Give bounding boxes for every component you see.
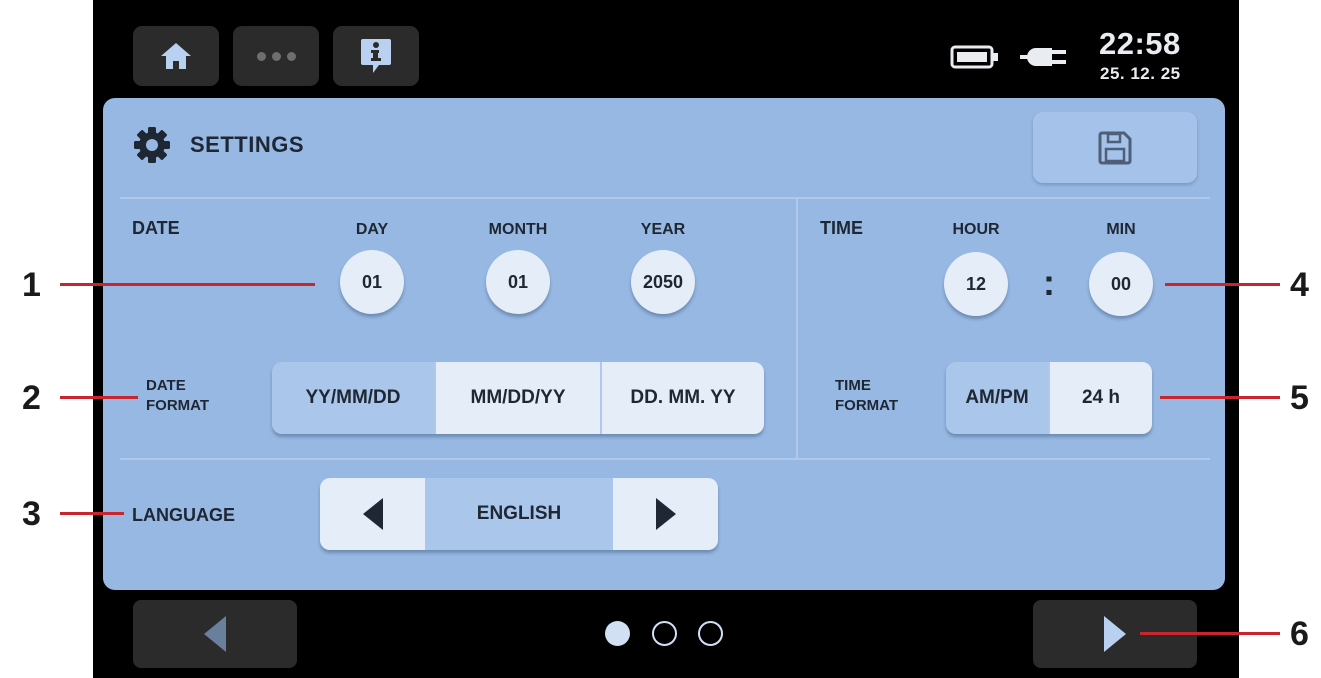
- year-label: YEAR: [640, 221, 686, 238]
- day-picker[interactable]: 01: [340, 250, 404, 314]
- previous-page-button[interactable]: [133, 600, 297, 668]
- power-plug-icon: [1020, 48, 1066, 66]
- time-format-option-ampm[interactable]: AM/PM: [946, 362, 1048, 434]
- day-label: DAY: [355, 221, 389, 238]
- language-selector: ENGLISH: [320, 478, 718, 550]
- hour-label: HOUR: [952, 221, 1000, 238]
- more-icon: [256, 51, 296, 61]
- date-format-selector: YY/MM/DD MM/DD/YY DD. MM. YY: [272, 362, 764, 434]
- more-button[interactable]: [233, 26, 319, 86]
- divider: [796, 199, 798, 459]
- save-button[interactable]: [1033, 112, 1197, 183]
- clock-date: 25. 12. 25: [1100, 64, 1181, 83]
- triangle-left-icon: [362, 498, 383, 530]
- info-icon: [361, 39, 391, 73]
- month-picker[interactable]: 01: [486, 250, 550, 314]
- callout-line: [60, 396, 138, 399]
- page-indicator-dot-active: [605, 621, 630, 646]
- clock-time: 22:58: [1099, 26, 1181, 61]
- callout-line: [60, 283, 315, 286]
- triangle-right-icon: [1104, 616, 1126, 652]
- page-title: SETTINGS: [190, 132, 305, 157]
- language-label: LANGUAGE: [132, 505, 235, 525]
- time-format-option-24h[interactable]: 24 h: [1048, 362, 1152, 434]
- callout-number: 4: [1290, 266, 1309, 304]
- minute-picker[interactable]: 00: [1089, 252, 1153, 316]
- divider: [120, 197, 1210, 199]
- language-next-button[interactable]: [613, 478, 718, 550]
- home-button[interactable]: [133, 26, 219, 86]
- date-format-option-mmddyy[interactable]: MM/DD/YY: [434, 362, 600, 434]
- callout-line: [1140, 632, 1280, 635]
- floppy-disk-icon: [1098, 131, 1132, 164]
- callout-number: 6: [1290, 615, 1309, 653]
- month-label: MONTH: [488, 221, 548, 238]
- page-indicator-dot: [698, 621, 723, 646]
- language-value: ENGLISH: [425, 478, 613, 550]
- info-button[interactable]: [333, 26, 419, 86]
- callout-line: [60, 512, 124, 515]
- time-format-selector: AM/PM 24 h: [946, 362, 1152, 434]
- hour-picker[interactable]: 12: [944, 252, 1008, 316]
- callout-line: [1160, 396, 1280, 399]
- callout-number: 5: [1290, 379, 1309, 417]
- year-picker[interactable]: 2050: [631, 250, 695, 314]
- battery-icon: [950, 45, 998, 69]
- date-format-label: DATE FORMAT: [146, 377, 210, 414]
- home-icon: [161, 43, 191, 69]
- time-format-label: TIME FORMAT: [835, 377, 899, 414]
- callout-number: 2: [22, 379, 41, 417]
- divider: [120, 458, 1210, 460]
- triangle-right-icon: [655, 498, 676, 530]
- date-label: DATE: [132, 218, 180, 238]
- date-format-option-yymmdd[interactable]: YY/MM/DD: [272, 362, 434, 434]
- time-label: TIME: [820, 218, 863, 238]
- language-prev-button[interactable]: [320, 478, 425, 550]
- triangle-left-icon: [204, 616, 226, 652]
- callout-number: 1: [22, 266, 41, 304]
- page-indicator-dot: [652, 621, 677, 646]
- min-label: MIN: [1106, 221, 1136, 238]
- callout-line: [1165, 283, 1280, 286]
- gear-icon: [134, 127, 170, 163]
- date-format-option-ddmmyy[interactable]: DD. MM. YY: [600, 362, 764, 434]
- callout-number: 3: [22, 495, 41, 533]
- time-separator: :: [1043, 262, 1055, 303]
